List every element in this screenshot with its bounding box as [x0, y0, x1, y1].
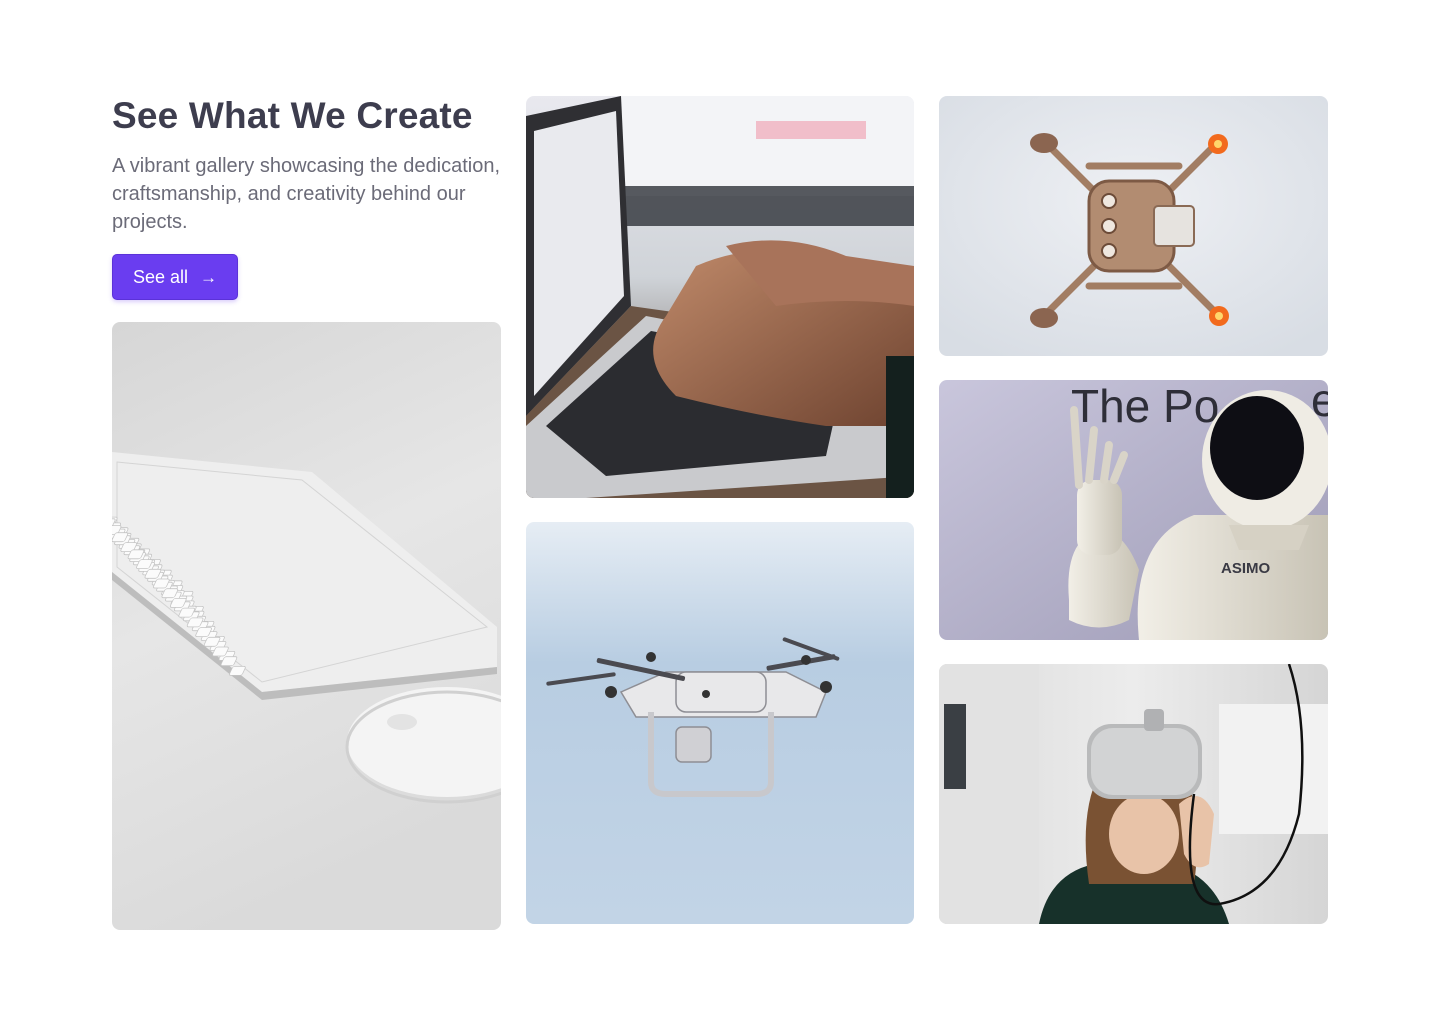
drone-flying-photo	[526, 522, 914, 924]
keyboard-photo	[112, 322, 501, 930]
gallery-image-laptop[interactable]	[526, 96, 914, 498]
asimo-label: ASIMO	[1221, 560, 1271, 577]
laptop-typing-photo	[526, 96, 914, 498]
robot-backdrop-text: The Po	[1071, 380, 1219, 432]
gallery-image-vr[interactable]	[939, 664, 1328, 924]
gallery-image-robot[interactable]: The Po e ASIMO	[939, 380, 1328, 640]
section-title: See What We Create	[112, 95, 473, 136]
gallery-image-drone-flying[interactable]	[526, 522, 914, 924]
vr-headset-photo	[939, 664, 1328, 924]
gallery-image-drone-top[interactable]	[939, 96, 1328, 356]
gallery-intro: See What We Create A vibrant gallery sho…	[112, 96, 501, 300]
section-description: A vibrant gallery showcasing the dedicat…	[112, 155, 501, 233]
robot-photo: The Po e ASIMO	[939, 380, 1328, 640]
see-all-label: See all	[133, 266, 189, 287]
drone-top-photo	[939, 96, 1328, 356]
gallery-image-keyboard[interactable]	[112, 322, 501, 930]
see-all-button[interactable]: See all →	[112, 254, 239, 300]
arrow-right-icon: →	[200, 267, 218, 287]
